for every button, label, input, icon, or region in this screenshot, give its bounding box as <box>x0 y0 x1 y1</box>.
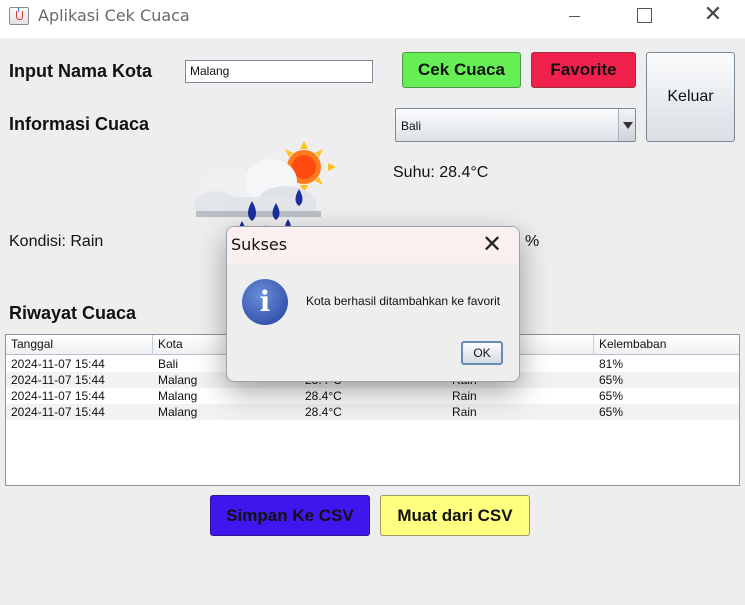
window-title: Aplikasi Cek Cuaca <box>38 6 190 25</box>
cell-city: Bali <box>158 357 179 371</box>
favorite-button[interactable]: Favorite <box>531 52 636 88</box>
cell-date: 2024-11-07 15:44 <box>11 389 105 403</box>
maximize-button[interactable] <box>620 0 666 32</box>
city-label: Input Nama Kota <box>9 61 153 81</box>
close-window-button[interactable]: ✕ <box>690 0 736 32</box>
info-icon: i <box>242 279 288 325</box>
cell-date: 2024-11-07 15:44 <box>11 373 105 387</box>
keluar-button[interactable]: Keluar <box>646 52 735 142</box>
favorite-city-select[interactable]: Bali <box>395 108 636 142</box>
condition-label: Kondisi: Rain <box>9 233 104 250</box>
cell-city: Malang <box>158 373 198 387</box>
cell-condition: Rain <box>452 405 477 419</box>
ok-button[interactable]: OK <box>461 341 503 365</box>
table-row[interactable]: 2024-11-07 15:44 Malang 28.4°C Rain 65% <box>6 404 739 420</box>
cell-humidity: 65% <box>599 389 624 403</box>
chevron-down-icon[interactable] <box>618 109 635 141</box>
java-cup-icon <box>9 7 29 25</box>
cell-condition: Rain <box>452 389 477 403</box>
cell-city: Malang <box>158 405 198 419</box>
dialog-title-bar: Sukses ✕ <box>227 227 519 263</box>
cell-humidity: 65% <box>599 373 624 387</box>
dialog-title: Sukses <box>231 235 288 254</box>
weather-info-label: Informasi Cuaca <box>9 114 150 134</box>
save-csv-button[interactable]: Simpan Ke CSV <box>210 495 370 536</box>
table-row[interactable]: 2024-11-07 15:44 Malang 28.4°C Rain 65% <box>6 388 739 404</box>
title-bar: Aplikasi Cek Cuaca ✕ <box>0 0 745 32</box>
minimize-button[interactable] <box>552 0 598 32</box>
column-header-tanggal[interactable]: Tanggal <box>6 335 153 355</box>
selected-city: Bali <box>401 119 422 133</box>
cell-humidity: 65% <box>599 405 624 419</box>
cell-city: Malang <box>158 389 198 403</box>
dialog-message: Kota berhasil ditambahkan ke favorit <box>306 294 501 308</box>
cell-humidity: 81% <box>599 357 624 371</box>
cek-cuaca-button[interactable]: Cek Cuaca <box>402 52 521 88</box>
history-title: Riwayat Cuaca <box>9 303 137 323</box>
city-input[interactable]: Malang <box>185 60 373 83</box>
success-dialog: Sukses ✕ i Kota berhasil ditambahkan ke … <box>226 226 520 382</box>
column-header-kelembaban[interactable]: Kelembaban <box>594 335 739 355</box>
humidity-label: % <box>525 233 540 250</box>
cell-temp: 28.4°C <box>305 389 342 403</box>
cell-date: 2024-11-07 15:44 <box>11 405 105 419</box>
temperature-label: Suhu: 28.4°C <box>393 164 489 181</box>
load-csv-button[interactable]: Muat dari CSV <box>380 495 530 536</box>
cell-date: 2024-11-07 15:44 <box>11 357 105 371</box>
cell-temp: 28.4°C <box>305 405 342 419</box>
close-icon[interactable]: ✕ <box>482 230 502 258</box>
